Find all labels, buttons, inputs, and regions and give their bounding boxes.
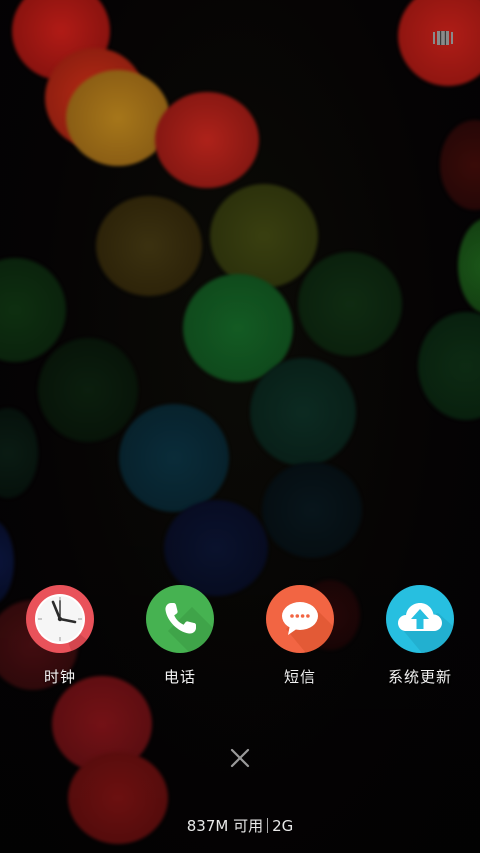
close-icon	[230, 748, 250, 768]
recent-app-messages[interactable]: 短信	[250, 585, 350, 687]
memory-available: 837M 可用	[186, 817, 264, 835]
app-label-system-update: 系统更新	[387, 668, 452, 686]
clock-icon	[26, 585, 94, 653]
memory-total: 2G	[272, 817, 294, 835]
multiwindow-button[interactable]	[432, 28, 454, 48]
cloud-upload-icon	[386, 585, 454, 653]
recent-apps-row: 时钟 电话 短信 系统更新	[0, 585, 480, 695]
message-icon	[266, 585, 334, 653]
memory-status: 837M 可用 2G	[0, 815, 480, 836]
wallpaper	[0, 0, 480, 853]
recent-app-phone[interactable]: 电话	[130, 585, 230, 687]
app-label-messages: 短信	[283, 668, 316, 686]
app-label-phone: 电话	[163, 668, 196, 686]
multiwindow-icon	[433, 31, 453, 45]
memory-separator	[267, 818, 269, 833]
clear-all-button[interactable]	[228, 746, 252, 770]
recent-app-clock[interactable]: 时钟	[10, 585, 110, 687]
phone-icon	[146, 585, 214, 653]
recent-app-system-update[interactable]: 系统更新	[370, 585, 470, 687]
app-label-clock: 时钟	[43, 668, 76, 686]
